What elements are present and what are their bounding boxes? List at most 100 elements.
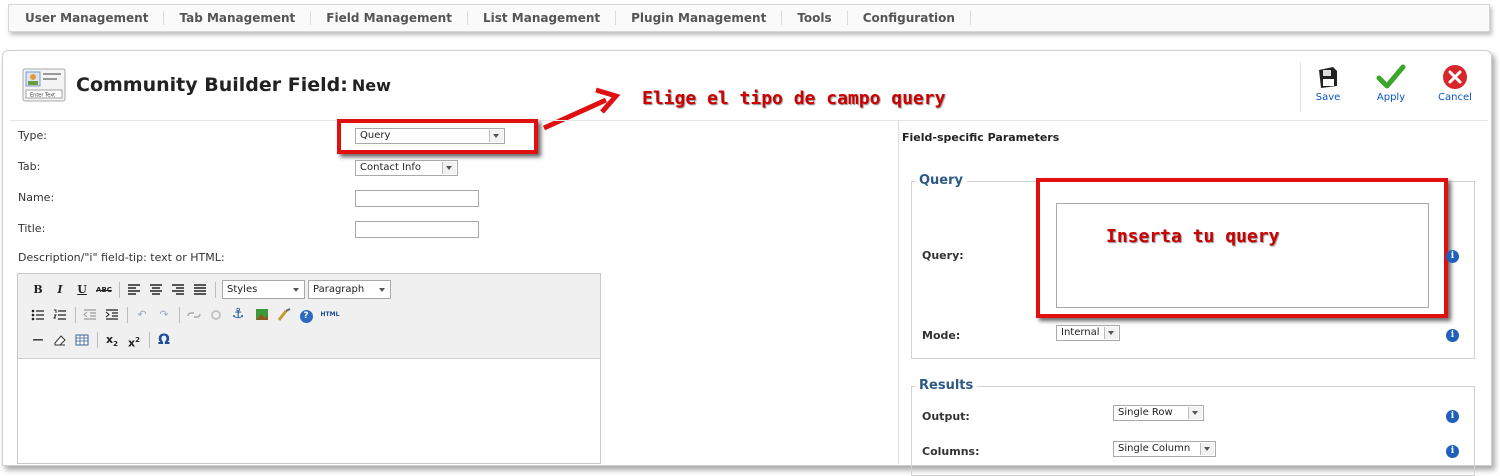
anchor-icon[interactable]: ⚓ xyxy=(230,306,246,322)
annotation-type-hint: Elige el tipo de campo query xyxy=(642,88,946,109)
align-center-icon[interactable] xyxy=(148,282,164,298)
unlink-icon[interactable] xyxy=(208,307,224,323)
title-input[interactable] xyxy=(355,221,479,238)
nav-plugin-management[interactable]: Plugin Management xyxy=(616,11,783,25)
annotation-arrow xyxy=(542,87,620,131)
nav-configuration[interactable]: Configuration xyxy=(848,11,971,25)
name-label: Name: xyxy=(18,191,55,204)
chevron-down-icon xyxy=(489,130,503,142)
description-label: Description/"i" field-tip: text or HTML: xyxy=(18,251,225,264)
outdent-icon[interactable] xyxy=(82,307,98,323)
image-icon[interactable] xyxy=(254,307,270,323)
annotation-query-hint: Inserta tu query xyxy=(1106,226,1280,247)
output-label: Output: xyxy=(922,410,970,423)
page-title-main: Community Builder Field: xyxy=(76,74,348,96)
align-left-icon[interactable] xyxy=(126,282,142,298)
bold-icon[interactable]: B xyxy=(30,282,46,298)
nav-tab-management[interactable]: Tab Management xyxy=(164,11,312,25)
apply-button[interactable]: Apply xyxy=(1366,64,1416,114)
cancel-button[interactable]: Cancel xyxy=(1430,64,1480,114)
numbered-list-icon[interactable] xyxy=(52,307,68,323)
link-icon[interactable] xyxy=(186,307,202,323)
html-source-icon[interactable]: HTML xyxy=(319,307,341,323)
special-char-icon[interactable]: Ω xyxy=(156,332,172,348)
columns-select-value: Single Column xyxy=(1118,443,1191,454)
format-select[interactable]: Paragraph xyxy=(308,280,391,299)
cancel-icon xyxy=(1443,65,1467,89)
horizontal-rule-icon[interactable]: — xyxy=(30,332,46,348)
nav-field-management[interactable]: Field Management xyxy=(311,11,468,25)
indent-icon[interactable] xyxy=(104,307,120,323)
output-info-icon[interactable]: i xyxy=(1446,410,1459,423)
editor-toolbar: B I U ABC Styles Paragraph ↶ ↷ ⚓ ? HTML … xyxy=(18,274,600,359)
apply-label: Apply xyxy=(1376,92,1406,103)
chevron-down-icon xyxy=(442,162,456,174)
toolbar-separator xyxy=(215,282,216,298)
toolbar-separator xyxy=(179,307,180,323)
columns-info-icon[interactable]: i xyxy=(1446,445,1459,458)
superscript-icon[interactable]: x2 xyxy=(126,332,142,350)
table-icon[interactable] xyxy=(74,332,90,348)
query-info-icon[interactable]: i xyxy=(1446,250,1459,263)
toolbar-separator xyxy=(149,332,150,348)
align-justify-icon[interactable] xyxy=(192,282,208,298)
toolbar-separator xyxy=(75,307,76,323)
nav-list-management[interactable]: List Management xyxy=(468,11,617,25)
mode-select-value: Internal xyxy=(1061,327,1100,338)
tab-select-value: Contact Info xyxy=(360,162,422,173)
bullet-list-icon[interactable] xyxy=(30,307,46,323)
strikethrough-icon[interactable]: ABC xyxy=(96,282,112,298)
results-legend: Results xyxy=(915,378,978,393)
italic-icon[interactable]: I xyxy=(52,282,68,298)
chevron-down-icon xyxy=(290,284,303,296)
page-title-sub: New xyxy=(351,76,391,95)
checkmark-icon xyxy=(1376,64,1406,89)
save-button[interactable]: Save xyxy=(1303,64,1353,114)
top-nav-bar: User Management Tab Management Field Man… xyxy=(8,4,1490,32)
chevron-down-icon xyxy=(1200,443,1214,455)
chevron-down-icon xyxy=(1104,327,1118,339)
toolbar-separator xyxy=(127,307,128,323)
format-select-value: Paragraph xyxy=(313,284,365,295)
help-icon[interactable]: ? xyxy=(298,307,314,323)
tab-label: Tab: xyxy=(18,160,41,173)
mode-select[interactable]: Internal xyxy=(1056,325,1120,341)
tab-select[interactable]: Contact Info xyxy=(355,160,458,176)
chevron-down-icon xyxy=(376,284,389,296)
output-select[interactable]: Single Row xyxy=(1113,405,1204,421)
query-legend: Query xyxy=(915,173,968,188)
cancel-label: Cancel xyxy=(1438,92,1472,103)
type-select-value: Query xyxy=(360,130,391,141)
query-label: Query: xyxy=(922,249,964,262)
cleanup-icon[interactable] xyxy=(276,307,292,323)
query-highlight-box xyxy=(1036,178,1448,318)
toolbar-divider xyxy=(1300,62,1301,112)
field-icon: Enter Text xyxy=(22,68,66,102)
results-fieldset xyxy=(911,386,1475,476)
toolbar-separator xyxy=(97,332,98,348)
nav-tools[interactable]: Tools xyxy=(782,11,848,25)
undo-icon[interactable]: ↶ xyxy=(134,307,150,323)
toolbar-separator xyxy=(119,282,120,298)
mode-info-icon[interactable]: i xyxy=(1446,329,1459,342)
description-editor: B I U ABC Styles Paragraph ↶ ↷ ⚓ ? HTML … xyxy=(17,273,601,464)
columns-label: Columns: xyxy=(922,445,980,458)
chevron-down-icon xyxy=(1188,407,1202,419)
eraser-icon[interactable] xyxy=(52,332,68,348)
columns-select[interactable]: Single Column xyxy=(1113,441,1216,457)
underline-icon[interactable]: U xyxy=(74,282,90,298)
nav-user-management[interactable]: User Management xyxy=(9,11,165,25)
styles-select-value: Styles xyxy=(227,284,258,295)
editor-content-area[interactable] xyxy=(18,359,600,463)
save-label: Save xyxy=(1315,92,1341,103)
type-select[interactable]: Query xyxy=(355,128,505,144)
name-input[interactable] xyxy=(355,190,479,207)
redo-icon[interactable]: ↷ xyxy=(156,307,172,323)
mode-label: Mode: xyxy=(922,329,961,342)
icon-caption: Enter Text xyxy=(30,93,55,99)
styles-select[interactable]: Styles xyxy=(222,280,305,299)
type-label: Type: xyxy=(18,129,47,142)
subscript-icon[interactable]: x2 xyxy=(104,332,120,348)
align-right-icon[interactable] xyxy=(170,282,186,298)
params-title: Field-specific Parameters xyxy=(902,131,1060,144)
